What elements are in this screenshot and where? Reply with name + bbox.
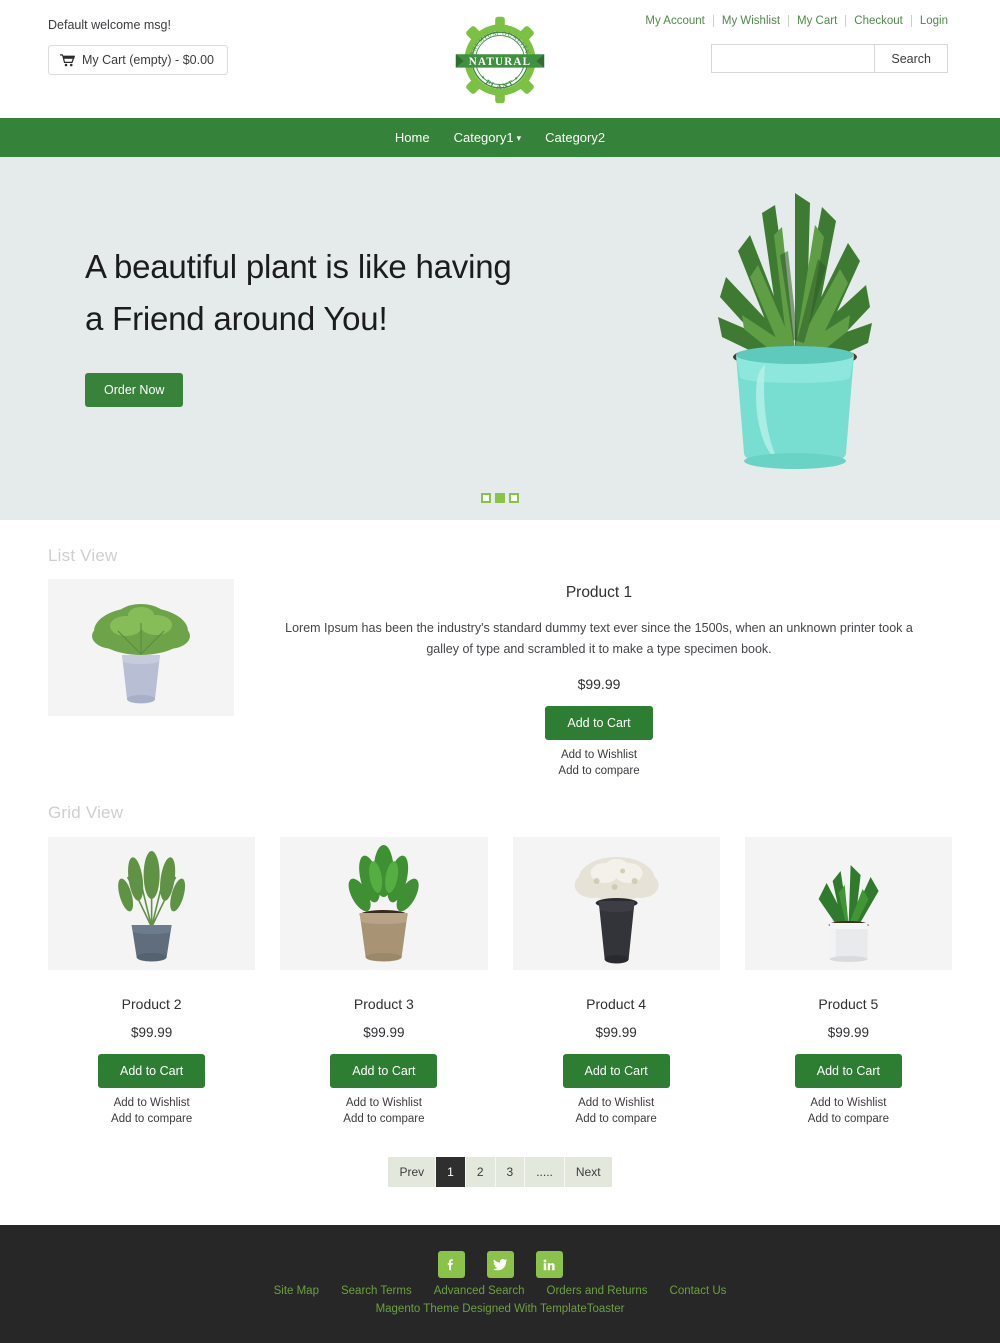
pagination-next[interactable]: Next [564, 1157, 612, 1187]
welcome-message: Default welcome msg! [48, 18, 171, 32]
hero-headline-line1: A beautiful plant is like having [85, 248, 512, 285]
pagination-page-1[interactable]: 1 [436, 1157, 466, 1187]
grid-product-image[interactable] [48, 837, 256, 970]
product-price: $99.99 [363, 1025, 405, 1040]
carousel-dot-2[interactable] [495, 493, 505, 503]
hero-banner: A beautiful plant is like having a Frien… [0, 157, 1000, 520]
search-button[interactable]: Search [874, 44, 948, 73]
pagination-prev[interactable]: Prev [388, 1157, 437, 1187]
product-card: Product 3 $99.99 Add to Cart Add to Wish… [280, 837, 488, 1125]
hero-text-block: A beautiful plant is like having a Frien… [85, 241, 555, 407]
site-footer: Site Map Search Terms Advanced Search Or… [0, 1225, 1000, 1343]
footer-link-contact-us[interactable]: Contact Us [670, 1285, 727, 1297]
add-to-wishlist-link[interactable]: Add to Wishlist [280, 1097, 487, 1109]
nav-item-category1[interactable]: Category1 ▾ [442, 130, 534, 145]
twitter-icon[interactable] [486, 1251, 514, 1278]
list-view-title: List View [48, 546, 118, 565]
list-product-info: Product 1 Lorem Ipsum has been the indus… [234, 574, 952, 777]
footer-link-search-terms[interactable]: Search Terms [341, 1285, 412, 1297]
footer-link-site-map[interactable]: Site Map [274, 1285, 319, 1297]
site-logo[interactable]: PREMIUM QUALITY • PLANT • NATURAL [452, 12, 548, 108]
shopping-cart-icon [60, 53, 76, 67]
product-name: Product 1 [565, 584, 633, 601]
search-input[interactable] [711, 44, 875, 73]
product-card: Product 2 $99.99 Add to Cart Add to Wish… [48, 837, 256, 1125]
footer-link-advanced-search[interactable]: Advanced Search [434, 1285, 525, 1297]
product-card: Product 4 $99.99 Add to Cart Add to Wish… [512, 837, 720, 1125]
grid-view-products: Product 2 $99.99 Add to Cart Add to Wish… [48, 837, 952, 1125]
search-form: Search [711, 44, 948, 73]
order-now-button[interactable]: Order Now [85, 373, 184, 407]
product-price: $99.99 [595, 1025, 637, 1040]
carousel-dots [481, 493, 519, 503]
product-name: Product 5 [818, 996, 879, 1012]
product-name: Product 4 [586, 996, 647, 1012]
product-name: Product 3 [353, 996, 414, 1012]
link-my-wishlist[interactable]: My Wishlist [714, 15, 790, 27]
add-to-wishlist-link[interactable]: Add to Wishlist [513, 1097, 720, 1109]
social-links [0, 1251, 1000, 1278]
footer-copyright: Magento Theme Designed With TemplateToas… [375, 1303, 625, 1315]
mini-cart-button[interactable]: My Cart (empty) - $0.00 [48, 45, 228, 75]
header-bar: Default welcome msg! My Cart (empty) - $… [0, 0, 1000, 118]
link-my-account[interactable]: My Account [637, 15, 714, 27]
nav-label-category1: Category1 [453, 130, 514, 145]
link-checkout[interactable]: Checkout [846, 15, 912, 27]
add-to-cart-button[interactable]: Add to Cart [545, 706, 653, 740]
add-to-wishlist-link[interactable]: Add to Wishlist [48, 1097, 255, 1109]
add-to-cart-button[interactable]: Add to Cart [330, 1054, 438, 1088]
mini-cart-label: My Cart (empty) - $0.00 [82, 53, 214, 67]
product-price: $99.99 [827, 1025, 870, 1040]
pagination-page-3[interactable]: 3 [495, 1157, 526, 1187]
grid-product-image[interactable] [512, 837, 720, 970]
grid-product-image[interactable] [744, 837, 952, 970]
list-product-image[interactable] [48, 579, 234, 716]
linkedin-icon[interactable] [535, 1251, 563, 1278]
add-to-cart-button[interactable]: Add to Cart [562, 1054, 670, 1088]
pagination-ellipsis[interactable]: ..... [525, 1157, 565, 1187]
nav-item-home[interactable]: Home [383, 130, 442, 145]
product-description: Lorem Ipsum has been the industry's stan… [285, 621, 913, 656]
chevron-down-icon: ▾ [516, 133, 522, 143]
add-to-compare-link[interactable]: Add to compare [48, 1113, 255, 1125]
nav-label-home: Home [394, 130, 430, 145]
account-links: My Account My Wishlist My Cart Checkout … [637, 15, 948, 27]
nav-item-category2[interactable]: Category2 [533, 130, 617, 145]
nav-label-category2: Category2 [545, 130, 606, 145]
add-to-cart-button[interactable]: Add to Cart [98, 1054, 206, 1088]
product-price: $99.99 [577, 676, 621, 692]
product-card: Product 5 $99.99 Add to Cart Add to Wish… [744, 837, 952, 1125]
add-to-cart-button[interactable]: Add to Cart [794, 1054, 902, 1088]
carousel-dot-1[interactable] [481, 493, 491, 503]
pagination: Prev 1 2 3 ..... Next [48, 1157, 952, 1225]
product-price: $99.99 [130, 1025, 173, 1040]
list-view-product-row: Product 1 Lorem Ipsum has been the indus… [48, 574, 952, 777]
product-name: Product 2 [121, 996, 182, 1012]
hero-plant-image [670, 165, 920, 505]
footer-link-orders-and-returns[interactable]: Orders and Returns [547, 1285, 648, 1297]
add-to-compare-link[interactable]: Add to compare [513, 1113, 720, 1125]
facebook-icon[interactable] [437, 1251, 465, 1278]
main-navigation: Home Category1 ▾ Category2 [0, 118, 1000, 157]
add-to-wishlist-link[interactable]: Add to Wishlist [745, 1097, 952, 1109]
carousel-dot-3[interactable] [509, 493, 519, 503]
link-my-cart[interactable]: My Cart [789, 15, 847, 27]
add-to-compare-link[interactable]: Add to compare [745, 1113, 952, 1125]
add-to-compare-link[interactable]: Add to compare [280, 1113, 487, 1125]
hero-headline-line2: a Friend around You! [85, 300, 388, 337]
grid-product-image[interactable] [280, 837, 488, 970]
add-to-compare-link[interactable]: Add to compare [258, 765, 940, 777]
add-to-wishlist-link[interactable]: Add to Wishlist [258, 749, 940, 761]
main-content: List View Product 1 Lorem Ipsum has been… [0, 520, 1000, 1225]
link-login[interactable]: Login [912, 15, 948, 27]
grid-view-title: Grid View [48, 803, 124, 822]
pagination-page-2[interactable]: 2 [465, 1157, 496, 1187]
footer-links: Site Map Search Terms Advanced Search Or… [0, 1285, 1000, 1297]
page-root: Default welcome msg! My Cart (empty) - $… [0, 0, 1000, 1343]
svg-text:NATURAL: NATURAL [469, 56, 531, 68]
